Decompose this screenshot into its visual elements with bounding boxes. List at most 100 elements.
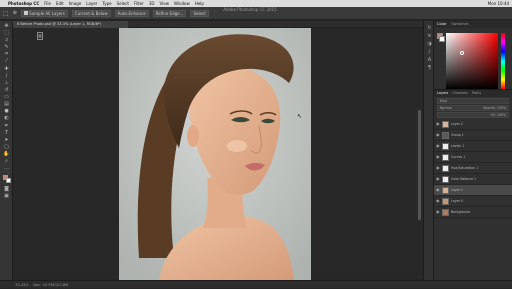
menu-item-help[interactable]: Help xyxy=(195,1,204,6)
menu-item-app[interactable]: Photoshop CC xyxy=(8,1,39,6)
eyedropper-tool-icon[interactable]: ⁄ xyxy=(3,59,10,64)
menu-item-file[interactable]: File xyxy=(44,1,51,6)
zoom-level[interactable]: 33.33% xyxy=(15,283,29,287)
layer-row[interactable]: ◉ Layer 1 xyxy=(434,185,512,196)
fill-field[interactable]: Fill: 100% xyxy=(437,112,509,118)
tab-layers[interactable]: Layers xyxy=(437,90,448,97)
healing-brush-tool-icon[interactable]: ✚ xyxy=(3,67,10,72)
gradient-tool-icon[interactable]: ▤ xyxy=(3,102,10,107)
color-picker-ring[interactable] xyxy=(460,51,464,55)
blur-tool-icon[interactable]: ● xyxy=(3,109,10,114)
canvas-area[interactable]: ▥ ↖ xyxy=(13,28,423,282)
layer-name[interactable]: Levels 1 xyxy=(451,144,464,148)
more-tools-icon[interactable]: … xyxy=(3,166,10,171)
eraser-tool-icon[interactable]: ▭ xyxy=(3,95,10,100)
quick-mask-icon[interactable]: ◙ xyxy=(3,187,10,192)
character-icon[interactable]: A xyxy=(426,57,433,63)
adjustments-icon[interactable]: ◑ xyxy=(426,41,433,47)
crop-tool-icon[interactable]: ⌗ xyxy=(3,52,10,57)
menu-item-type[interactable]: Type xyxy=(102,1,111,6)
auto-enhance-toggle[interactable]: Auto-Enhance xyxy=(114,9,149,17)
layer-name[interactable]: Background xyxy=(451,210,470,214)
type-tool-icon[interactable]: T xyxy=(3,131,10,136)
blend-mode-dropdown[interactable]: Normal xyxy=(440,106,452,110)
canvas-scrollbar[interactable] xyxy=(418,110,421,220)
visibility-eye-icon[interactable]: ◉ xyxy=(436,144,440,148)
hand-tool-icon[interactable]: ✋ xyxy=(3,152,10,157)
layer-thumbnail[interactable] xyxy=(442,175,449,183)
quick-select-tool-icon[interactable]: ✎ xyxy=(3,45,10,50)
layer-name[interactable]: Layer 1 xyxy=(451,188,463,192)
brush-tool-icon[interactable]: ∕ xyxy=(3,74,10,79)
zoom-tool-icon[interactable]: ⌕ xyxy=(3,159,10,164)
layer-thumbnail[interactable] xyxy=(442,164,449,172)
lasso-tool-icon[interactable]: ↄ xyxy=(3,38,10,43)
menu-item-view[interactable]: View xyxy=(160,1,170,6)
dodge-tool-icon[interactable]: ◐ xyxy=(3,116,10,121)
menu-item-edit[interactable]: Edit xyxy=(56,1,64,6)
history-brush-tool-icon[interactable]: ↺ xyxy=(3,88,10,93)
background-color-swatch[interactable] xyxy=(6,178,11,183)
sample-checkbox[interactable] xyxy=(23,10,28,15)
visibility-eye-icon[interactable]: ◉ xyxy=(436,166,440,170)
layer-row[interactable]: ◉ Layer 0 xyxy=(434,196,512,207)
visibility-eye-icon[interactable]: ◉ xyxy=(436,122,440,126)
pen-tool-icon[interactable]: ✒ xyxy=(3,124,10,129)
marquee-tool-icon[interactable]: ⬚ xyxy=(3,31,10,36)
visibility-eye-icon[interactable]: ◉ xyxy=(436,199,440,203)
layer-thumbnail[interactable] xyxy=(442,131,449,139)
sample-dropdown[interactable]: Current & Below xyxy=(71,9,111,17)
menu-item-layer[interactable]: Layer xyxy=(86,1,97,6)
paragraph-icon[interactable]: ¶ xyxy=(426,65,433,71)
visibility-eye-icon[interactable]: ◉ xyxy=(436,188,440,192)
clone-stamp-tool-icon[interactable]: ⊥ xyxy=(3,81,10,86)
layer-row[interactable]: ◉ Hue/Saturation 1 xyxy=(434,163,512,174)
layer-filter-kind[interactable]: Kind xyxy=(437,98,509,104)
layer-name[interactable]: Hue/Saturation 1 xyxy=(451,166,478,170)
menu-item-3d[interactable]: 3D xyxy=(149,1,155,6)
menu-item-window[interactable]: Window xyxy=(174,1,190,6)
layer-thumbnail[interactable] xyxy=(442,186,449,194)
portrait-photo[interactable] xyxy=(119,28,311,282)
layer-thumbnail[interactable] xyxy=(442,197,449,205)
properties-icon[interactable]: ≡ xyxy=(426,33,433,39)
layer-name[interactable]: Layer 2 xyxy=(451,122,463,126)
visibility-eye-icon[interactable]: ◉ xyxy=(436,210,440,214)
layer-row[interactable]: ◉ Curves 1 xyxy=(434,152,512,163)
layer-thumbnail[interactable] xyxy=(442,208,449,216)
tab-channels[interactable]: Channels xyxy=(452,90,468,97)
tab-paths[interactable]: Paths xyxy=(472,90,481,97)
layer-name[interactable]: Layer 0 xyxy=(451,199,463,203)
menu-item-select[interactable]: Select xyxy=(117,1,129,6)
color-field[interactable] xyxy=(446,33,498,89)
tab-swatches[interactable]: Swatches xyxy=(451,21,468,28)
path-select-tool-icon[interactable]: ➤ xyxy=(3,138,10,143)
layer-row[interactable]: ◉ Layer 2 xyxy=(434,119,512,130)
move-tool-icon[interactable]: ✥ xyxy=(3,24,10,29)
tool-preset-icon[interactable]: ⬚ xyxy=(3,10,9,17)
layer-row[interactable]: ◉ Background xyxy=(434,207,512,218)
brush-presets-icon[interactable]: ∕ xyxy=(426,49,433,55)
visibility-eye-icon[interactable]: ◉ xyxy=(436,155,440,159)
layer-row[interactable]: ◉ Group 1 xyxy=(434,130,512,141)
layer-row[interactable]: ◉ Color Balance 1 xyxy=(434,174,512,185)
visibility-eye-icon[interactable]: ◉ xyxy=(436,133,440,137)
layer-name[interactable]: Curves 1 xyxy=(451,155,465,159)
panel-background-swatch[interactable] xyxy=(439,36,445,42)
add-selection-icon[interactable]: ⊕ xyxy=(13,10,17,16)
screen-mode-icon[interactable]: ▣ xyxy=(3,194,10,199)
history-icon[interactable]: ↻ xyxy=(426,25,433,31)
layer-thumbnail[interactable] xyxy=(442,142,449,150)
layer-thumbnail[interactable] xyxy=(442,153,449,161)
hue-slider[interactable] xyxy=(501,33,505,89)
layer-name[interactable]: Group 1 xyxy=(451,133,464,137)
layer-row[interactable]: ◉ Levels 1 xyxy=(434,141,512,152)
shape-tool-icon[interactable]: ▢ xyxy=(3,145,10,150)
visibility-eye-icon[interactable]: ◉ xyxy=(436,177,440,181)
navigator-icon[interactable]: ▥ xyxy=(37,32,43,40)
layer-thumbnail[interactable] xyxy=(442,120,449,128)
menu-item-image[interactable]: Image xyxy=(69,1,82,6)
layer-name[interactable]: Color Balance 1 xyxy=(451,177,476,181)
menu-item-filter[interactable]: Filter xyxy=(134,1,144,6)
sample-all-layers-toggle[interactable]: Sample All Layers xyxy=(20,9,68,17)
